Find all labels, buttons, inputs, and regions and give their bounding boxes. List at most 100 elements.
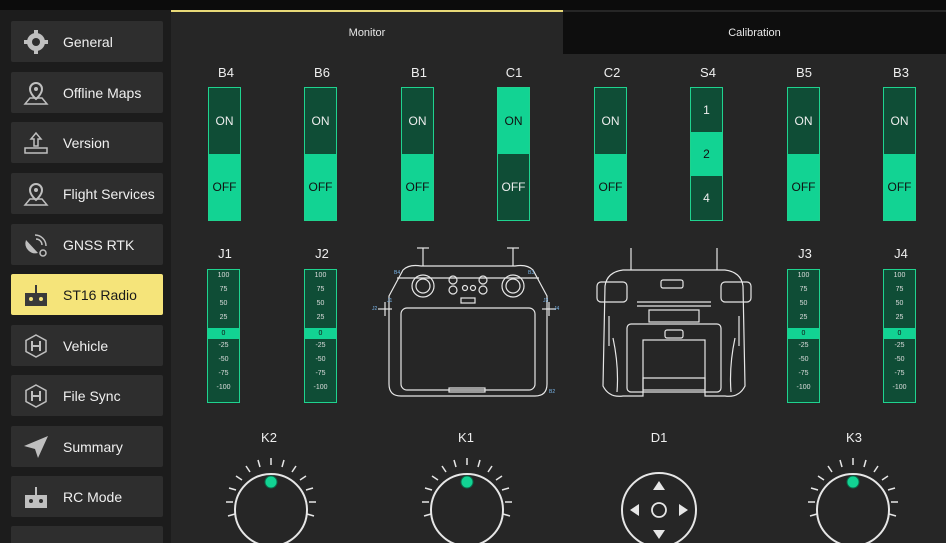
switch-b3: ON OFF	[883, 87, 916, 221]
sidebar-item-label: Flight Services	[63, 185, 155, 202]
label-b4: B4	[394, 270, 401, 276]
knob-k1	[412, 450, 522, 543]
switch-label-b5: B5	[796, 65, 812, 80]
controller-front-diagram: B4 B3 J1 J2 J3 J4 B2	[371, 246, 561, 406]
switch-label-c2: C2	[603, 65, 621, 80]
switch-on-segment: ON	[209, 88, 240, 154]
sidebar-item-label: Offline Maps	[63, 84, 142, 101]
satellite-icon	[23, 232, 49, 258]
stick-label-j4: J4	[894, 246, 908, 261]
sidebar-item-version[interactable]: Version	[11, 122, 163, 163]
switch-on-segment: ON	[498, 88, 529, 154]
upload-icon	[23, 130, 49, 156]
label-j3: J3	[543, 298, 549, 304]
sidebar-item-general[interactable]: General	[11, 21, 163, 62]
label-j4: J4	[554, 306, 560, 312]
sidebar-item-label: GNSS RTK	[63, 236, 135, 253]
switch-c2: ON OFF	[594, 87, 627, 221]
knob-label-k3: K3	[846, 430, 862, 445]
switch-off-segment: OFF	[498, 154, 529, 220]
sidebar-item-vehicle[interactable]: Vehicle	[11, 325, 163, 366]
sidebar-item-label: Summary	[63, 438, 123, 455]
stick-tick: -75	[218, 370, 229, 377]
stick-tick: -100	[216, 384, 231, 391]
sidebar-item-offline-maps[interactable]: Offline Maps	[11, 72, 163, 113]
stick-tick: 100	[314, 272, 327, 279]
signal-icon	[23, 534, 49, 543]
map-pin-icon	[23, 181, 49, 207]
switch-position-4: 4	[691, 175, 722, 220]
switch-off-segment: OFF	[884, 154, 915, 220]
knob-label-k1: K1	[458, 430, 474, 445]
switch-label-b3: B3	[893, 65, 909, 80]
switch-on-segment: ON	[402, 88, 433, 154]
stick-tick: 75	[316, 286, 325, 293]
sidebar-item-gnss-rtk[interactable]: GNSS RTK	[11, 224, 163, 265]
radio-icon	[23, 282, 49, 308]
stick-j2: 100 75 50 25 0 -25 -50 -75 -100	[304, 269, 337, 403]
sidebar-item-flight-services[interactable]: Flight Services	[11, 173, 163, 214]
switch-s4: 1 2 4	[690, 87, 723, 221]
radio-monitor-panel: Monitor Calibration B4 B6 B1 C1 C2 S4 B5…	[171, 10, 946, 543]
stick-zero-marker: 0	[884, 328, 915, 339]
sidebar-item-partial[interactable]	[11, 526, 163, 543]
stick-tick: 75	[219, 286, 228, 293]
switch-position-2: 2	[691, 131, 722, 176]
sidebar-item-label: RC Mode	[63, 488, 123, 505]
stick-tick: -25	[315, 342, 326, 349]
sidebar-item-summary[interactable]: Summary	[11, 426, 163, 467]
stick-label-j2: J2	[315, 246, 329, 261]
stick-tick: 50	[799, 300, 808, 307]
switch-on-segment: ON	[595, 88, 626, 154]
stick-tick: -75	[315, 370, 326, 377]
switch-on-segment: ON	[305, 88, 336, 154]
stick-tick: 75	[895, 286, 904, 293]
label-j1: J1	[387, 298, 393, 304]
dpad-d1	[604, 455, 714, 543]
switch-label-s4: S4	[700, 65, 716, 80]
stick-tick: -100	[796, 384, 811, 391]
stick-tick: -50	[315, 356, 326, 363]
switch-off-segment: OFF	[209, 154, 240, 220]
switch-label-b4: B4	[218, 65, 234, 80]
stick-j1: 100 75 50 25 0 -25 -50 -75 -100	[207, 269, 240, 403]
sidebar-item-label: ST16 Radio	[63, 286, 137, 303]
stick-tick: -50	[218, 356, 229, 363]
knob-k3	[798, 450, 908, 543]
sidebar-item-st16-radio[interactable]: ST16 Radio	[11, 274, 163, 315]
switch-on-segment: ON	[788, 88, 819, 154]
switch-on-segment: ON	[884, 88, 915, 154]
stick-tick: 100	[217, 272, 230, 279]
stick-tick: -50	[894, 356, 905, 363]
stick-tick: 75	[799, 286, 808, 293]
switch-off-segment: OFF	[402, 154, 433, 220]
stick-tick: -100	[892, 384, 907, 391]
switch-b5: ON OFF	[787, 87, 820, 221]
knob-label-k2: K2	[261, 430, 277, 445]
top-bar	[0, 0, 946, 10]
tab-calibration[interactable]: Calibration	[563, 12, 946, 54]
switch-c1: ON OFF	[497, 87, 530, 221]
sidebar-item-rc-mode[interactable]: RC Mode	[11, 476, 163, 517]
sidebar-item-label: Version	[63, 134, 110, 151]
switch-b6: ON OFF	[304, 87, 337, 221]
stick-tick: -25	[894, 342, 905, 349]
stick-tick: 50	[316, 300, 325, 307]
stick-label-j3: J3	[798, 246, 812, 261]
controller-back-diagram	[589, 246, 759, 406]
knob-label-d1: D1	[650, 430, 668, 445]
stick-tick: -75	[894, 370, 905, 377]
label-b2: B2	[549, 389, 556, 395]
switch-off-segment: OFF	[788, 154, 819, 220]
stick-zero-marker: 0	[305, 328, 336, 339]
knob-k2	[216, 450, 326, 543]
radio-icon	[23, 484, 49, 510]
sidebar-item-file-sync[interactable]: File Sync	[11, 375, 163, 416]
stick-tick: -75	[798, 370, 809, 377]
hexagon-h-icon	[23, 383, 49, 409]
stick-zero-marker: 0	[208, 328, 239, 339]
switch-b1: ON OFF	[401, 87, 434, 221]
tab-monitor[interactable]: Monitor	[171, 10, 563, 54]
stick-tick: 50	[219, 300, 228, 307]
stick-j4: 100 75 50 25 0 -25 -50 -75 -100	[883, 269, 916, 403]
